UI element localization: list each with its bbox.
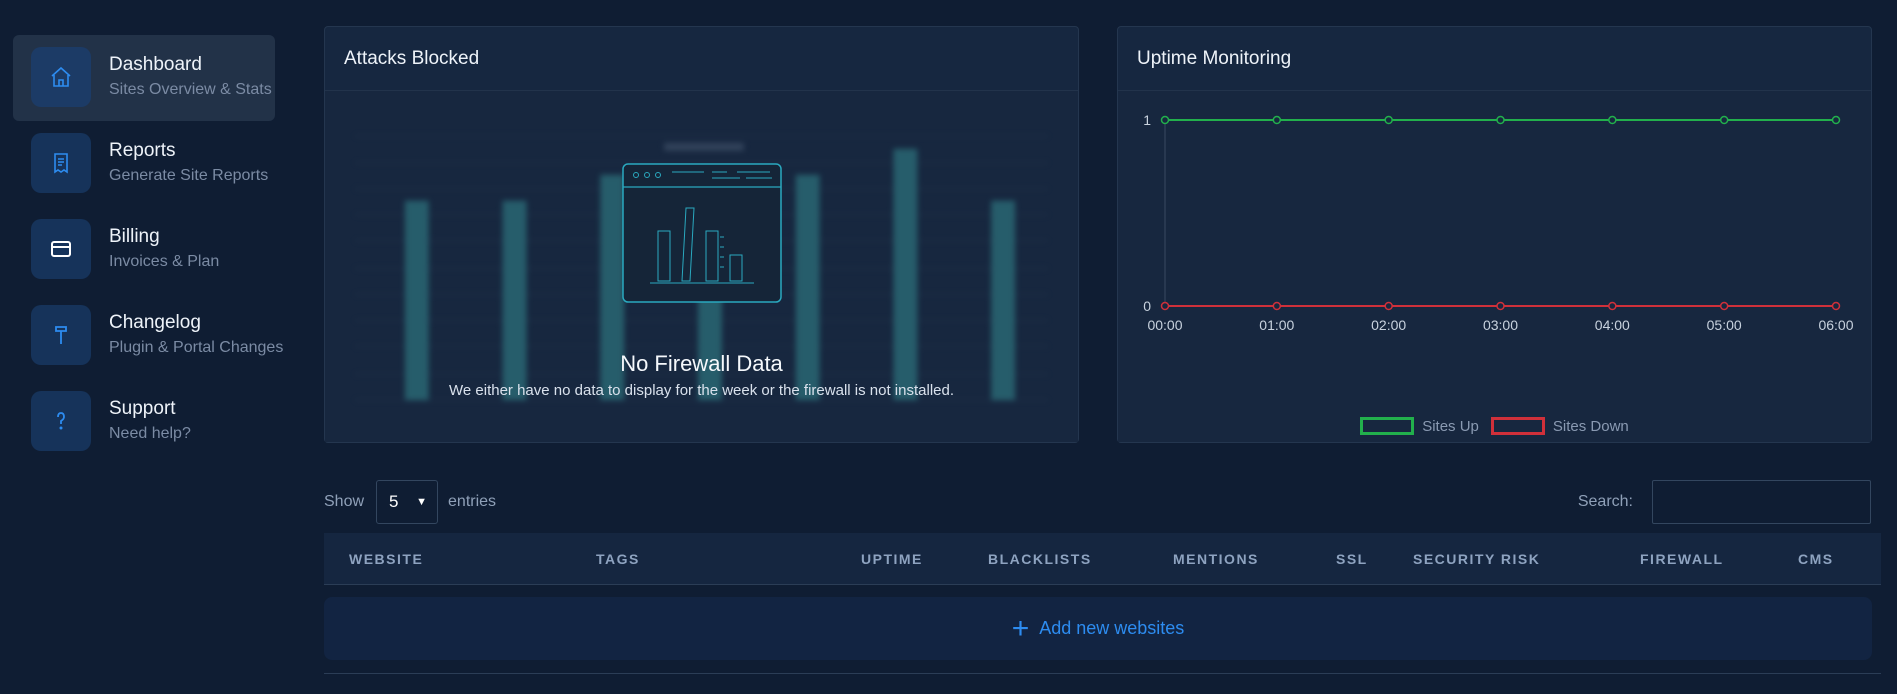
- column-header-ssl[interactable]: SSL: [1336, 533, 1368, 585]
- data-point-sites-down: [1608, 301, 1617, 311]
- receipt-icon: [31, 133, 91, 193]
- data-point-sites-up: [1160, 115, 1170, 125]
- sidebar: Dashboard Sites Overview & Stats Reports…: [13, 35, 283, 465]
- attacks-blocked-card: Attacks Blocked No Firewall Data We eith…: [324, 26, 1079, 443]
- sidebar-item-subtitle: Invoices & Plan: [109, 253, 220, 270]
- sidebar-item-billing[interactable]: Billing Invoices & Plan: [13, 207, 283, 293]
- sidebar-item-subtitle: Need help?: [109, 425, 191, 442]
- add-new-websites-button[interactable]: + Add new websites: [324, 597, 1872, 660]
- show-entries-control: Show 5 ▼ entries: [324, 480, 496, 524]
- uptime-line-chart: 1 0 00:00 01:00 02:00 03:00 04:00 05:00 06:00: [1143, 112, 1854, 333]
- chart-window-illustration: [622, 163, 782, 303]
- sidebar-item-subtitle: Generate Site Reports: [109, 167, 269, 184]
- legend-item-sites-up[interactable]: Sites Up: [1360, 417, 1479, 435]
- column-header-website[interactable]: WEBSITE: [349, 533, 423, 585]
- legend-swatch: [1490, 417, 1545, 435]
- sidebar-item-changelog[interactable]: Changelog Plugin & Portal Changes: [13, 293, 283, 379]
- sidebar-item-title: Billing: [109, 226, 160, 247]
- y-tick-label: 0: [1143, 298, 1151, 314]
- column-header-blacklists[interactable]: BLACKLISTS: [988, 533, 1092, 585]
- y-tick-label: 1: [1143, 112, 1151, 128]
- x-tick-label: 06:00: [1818, 317, 1853, 333]
- data-point-sites-down: [1272, 301, 1282, 311]
- entries-value: 5: [389, 492, 399, 511]
- column-header-firewall[interactable]: FIREWALL: [1640, 533, 1724, 585]
- sidebar-item-subtitle: Plugin & Portal Changes: [109, 339, 284, 356]
- card-title: Attacks Blocked: [325, 27, 1078, 91]
- card-title: Uptime Monitoring: [1118, 27, 1871, 91]
- sidebar-item-reports[interactable]: Reports Generate Site Reports: [13, 121, 283, 207]
- search-input[interactable]: [1652, 480, 1871, 524]
- plus-icon: +: [1011, 611, 1030, 645]
- hammer-icon: [31, 305, 91, 365]
- data-point-sites-up: [1384, 115, 1393, 125]
- column-header-tags[interactable]: TAGS: [596, 533, 640, 585]
- uptime-monitoring-card: Uptime Monitoring 1 0 00:00 01:00 02:00 03:00…: [1117, 26, 1872, 443]
- data-point-sites-down: [1384, 301, 1393, 311]
- x-tick-label: 02:00: [1371, 317, 1406, 333]
- data-point-sites-down: [1831, 301, 1841, 311]
- data-point-sites-down: [1160, 301, 1170, 311]
- x-tick-label: 01:00: [1259, 317, 1294, 333]
- column-header-security-risk[interactable]: SECURITY RISK: [1413, 533, 1540, 585]
- entries-label: entries: [448, 493, 497, 510]
- data-point-sites-up: [1608, 115, 1617, 125]
- column-header-cms[interactable]: CMS: [1798, 533, 1834, 585]
- sidebar-item-subtitle: Sites Overview & Stats: [109, 81, 272, 98]
- data-point-sites-down: [1719, 301, 1729, 311]
- sidebar-item-title: Support: [109, 398, 176, 419]
- x-tick-label: 03:00: [1483, 317, 1518, 333]
- credit-card-icon: [31, 219, 91, 279]
- search-label: Search:: [1577, 493, 1633, 510]
- legend-swatch: [1360, 417, 1415, 435]
- entries-select[interactable]: 5 ▼: [376, 480, 439, 524]
- sidebar-item-dashboard[interactable]: Dashboard Sites Overview & Stats: [13, 35, 275, 121]
- caret-down-icon: ▼: [416, 496, 428, 508]
- x-tick-label: 05:00: [1707, 317, 1742, 333]
- sidebar-item-title: Changelog: [109, 312, 201, 333]
- empty-state-title: No Firewall Data: [620, 351, 783, 376]
- show-label: Show: [324, 493, 365, 510]
- chart-legend: Sites Up Sites Down: [1118, 417, 1871, 435]
- data-point-sites-down: [1496, 301, 1505, 311]
- home-icon: [31, 47, 91, 107]
- sidebar-item-title: Reports: [109, 140, 176, 161]
- data-point-sites-up: [1272, 115, 1282, 125]
- sidebar-item-support[interactable]: Support Need help?: [13, 379, 283, 465]
- attacks-chart-area: No Firewall Data We either have no data …: [325, 91, 1078, 442]
- empty-state-message: We either have no data to display for th…: [449, 382, 954, 399]
- add-new-websites-label: Add new websites: [1039, 618, 1185, 638]
- legend-item-sites-down[interactable]: Sites Down: [1490, 417, 1629, 435]
- uptime-chart-area: 1 0 00:00 01:00 02:00 03:00 04:00 05:00 06:00 Si…: [1118, 91, 1871, 442]
- empty-state: No Firewall Data We either have no data …: [325, 91, 1078, 442]
- column-header-mentions[interactable]: MENTIONS: [1173, 533, 1259, 585]
- table-divider: [324, 673, 1881, 674]
- legend-label: Sites Up: [1422, 417, 1479, 435]
- sidebar-item-title: Dashboard: [109, 54, 202, 75]
- question-icon: [31, 391, 91, 451]
- legend-label: Sites Down: [1552, 417, 1629, 435]
- column-header-uptime[interactable]: UPTIME: [861, 533, 923, 585]
- data-point-sites-up: [1496, 115, 1505, 125]
- x-tick-label: 00:00: [1147, 317, 1182, 333]
- x-tick-label: 04:00: [1595, 317, 1630, 333]
- data-point-sites-up: [1831, 115, 1841, 125]
- table-header: WEBSITE TAGS UPTIME BLACKLISTS MENTIONS …: [324, 533, 1881, 585]
- data-point-sites-up: [1719, 115, 1729, 125]
- search-control: Search:: [1578, 480, 1871, 524]
